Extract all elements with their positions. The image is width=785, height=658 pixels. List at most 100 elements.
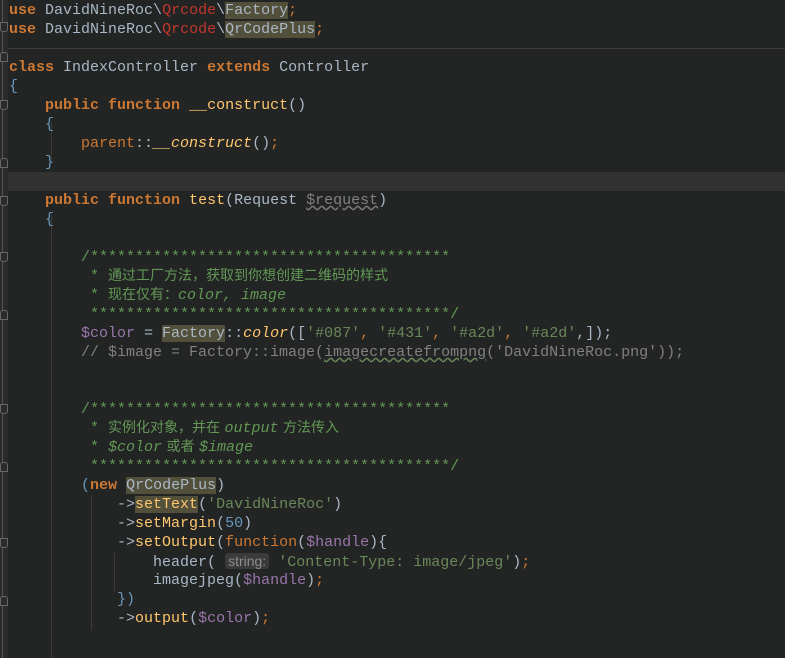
fold-marker-icon[interactable] (0, 538, 8, 548)
brace: { (45, 211, 55, 228)
code-line-imagejpeg[interactable]: imagejpeg($handle); (9, 571, 324, 590)
keyword-new: new (90, 477, 118, 494)
code-line-comment2-top[interactable]: /***************************************… (9, 400, 450, 419)
code-line-image-comment[interactable]: // $image = Factory::image(imagecreatefr… (9, 343, 684, 362)
method-output: output (135, 610, 190, 627)
comment-text: 现在仅有： (108, 287, 179, 303)
paren: ( (234, 572, 244, 589)
method-separator (8, 48, 785, 49)
code-line-set-margin[interactable]: ->setMargin(50) (9, 514, 252, 533)
doc-comment: /***************************************… (81, 401, 451, 418)
code-line-comment2-text[interactable]: * 实例化对象，并在 output 方法传入 (9, 419, 339, 438)
fold-marker-icon[interactable] (0, 52, 8, 62)
code-line-use-qrcodeplus[interactable]: use DavidNineRoc\Qrcode\QrCodePlus; (9, 20, 324, 39)
line-comment-fn: imagecreatefrompng (324, 344, 487, 361)
method-setmargin: setMargin (135, 515, 217, 532)
method-name: test (189, 192, 226, 209)
arrow-op: -> (117, 515, 136, 532)
keyword-parent: parent (81, 135, 136, 152)
code-line-set-text[interactable]: ->setText('DavidNineRoc') (9, 495, 342, 514)
paren: ( (225, 192, 235, 209)
comment-star: * (81, 287, 109, 304)
code-line-ctor-body[interactable]: parent::__construct(); (9, 134, 279, 153)
comment-tag: output (224, 420, 279, 437)
class-name: IndexController (63, 59, 199, 76)
arrow-op: -> (117, 534, 136, 551)
doc-comment: ****************************************… (81, 306, 460, 323)
code-line-test-open[interactable]: { (9, 210, 54, 229)
code-line-ctor-close[interactable]: } (9, 153, 54, 172)
class-factory: Factory (225, 2, 289, 19)
keyword-public: public (45, 192, 100, 209)
method-call: __construct (153, 135, 253, 152)
code-line-closure-close[interactable]: }) (9, 590, 135, 609)
comma: , (360, 325, 379, 342)
code-line-output[interactable]: ->output($color); (9, 609, 270, 628)
code-line-new[interactable]: (new QrCodePlus) (9, 476, 225, 495)
keyword-function: function (225, 534, 298, 551)
paren: ( (81, 477, 91, 494)
string-literal: 'DavidNineRoc' (207, 496, 334, 513)
paren: ( (189, 610, 199, 627)
paren: ) (378, 192, 388, 209)
code-line-comment1-text2[interactable]: * 现在仅有：color, image (9, 286, 286, 305)
variable-handle: $handle (306, 534, 370, 551)
code-line-use-factory[interactable]: use DavidNineRoc\Qrcode\Factory; (9, 1, 297, 20)
paren: ([ (288, 325, 307, 342)
method-setoutput: setOutput (135, 534, 217, 551)
scope-operator: :: (135, 135, 154, 152)
code-line-ctor-decl[interactable]: public function __construct() (9, 96, 306, 115)
paren: ) (243, 515, 253, 532)
close-call: ,]); (576, 325, 613, 342)
paren: ) (306, 572, 316, 589)
paren: ) (252, 610, 262, 627)
fold-marker-icon[interactable] (0, 252, 8, 262)
fold-marker-icon[interactable] (0, 462, 8, 472)
code-line-comment2-bottom[interactable]: ****************************************… (9, 457, 459, 476)
semicolon: ; (288, 2, 298, 19)
code-line-comment1-bottom[interactable]: ****************************************… (9, 305, 459, 324)
parent-class: Controller (279, 59, 370, 76)
code-line-set-output[interactable]: ->setOutput(function($handle){ (9, 533, 387, 552)
semicolon: ; (315, 21, 325, 38)
code-line-comment1-text[interactable]: * 通过工厂方法，获取到你想创建二维码的样式 (9, 267, 388, 286)
fold-marker-icon[interactable] (0, 596, 8, 606)
brace: { (45, 116, 55, 133)
code-line-comment2-text2[interactable]: * $color 或者 $image (9, 438, 253, 457)
fold-marker-icon[interactable] (0, 158, 8, 168)
fold-marker-icon[interactable] (0, 100, 8, 110)
comment-text: 通过工厂方法，获取到你想创建二维码的样式 (108, 268, 389, 284)
paren: ( (297, 534, 307, 551)
fold-marker-icon[interactable] (0, 404, 8, 414)
comma: , (504, 325, 523, 342)
keyword-class: class (9, 59, 55, 76)
fold-marker-icon[interactable] (0, 22, 8, 32)
method-color: color (243, 325, 289, 342)
code-line-comment1-top[interactable]: /***************************************… (9, 248, 450, 267)
keyword-use: use (9, 2, 37, 19)
fold-marker-icon[interactable] (0, 310, 8, 320)
code-line-ctor-open[interactable]: { (9, 115, 54, 134)
paren: ) (512, 554, 522, 571)
comment-star: * (81, 439, 109, 456)
code-line-open-brace[interactable]: { (9, 77, 18, 96)
variable-color: $color (81, 325, 136, 342)
parameter-hint: string: (225, 553, 270, 569)
code-line-color-assign[interactable]: $color = Factory::color(['#087', '#431',… (9, 324, 612, 343)
keyword-public: public (45, 97, 100, 114)
string-literal: 'Content-Type: image/jpeg' (269, 554, 513, 571)
comment-star: * (81, 420, 109, 437)
semicolon: ; (270, 135, 280, 152)
doc-comment: ****************************************… (81, 458, 460, 475)
fold-marker-icon[interactable] (0, 196, 8, 206)
scope-operator: :: (225, 325, 244, 342)
paren: ( (216, 515, 226, 532)
comment-text: 方法传入 (278, 420, 339, 436)
string-literal: '#a2d' (450, 325, 505, 342)
comment-tags: color, image (178, 287, 287, 304)
code-line-class-decl[interactable]: class IndexController extends Controller (9, 58, 369, 77)
code-line-test-decl[interactable]: public function test(Request $request) (9, 191, 387, 210)
arrow-op: -> (117, 610, 136, 627)
comment-text: 实例化对象，并在 (108, 420, 225, 436)
code-line-header[interactable]: header( string: 'Content-Type: image/jpe… (9, 552, 530, 571)
